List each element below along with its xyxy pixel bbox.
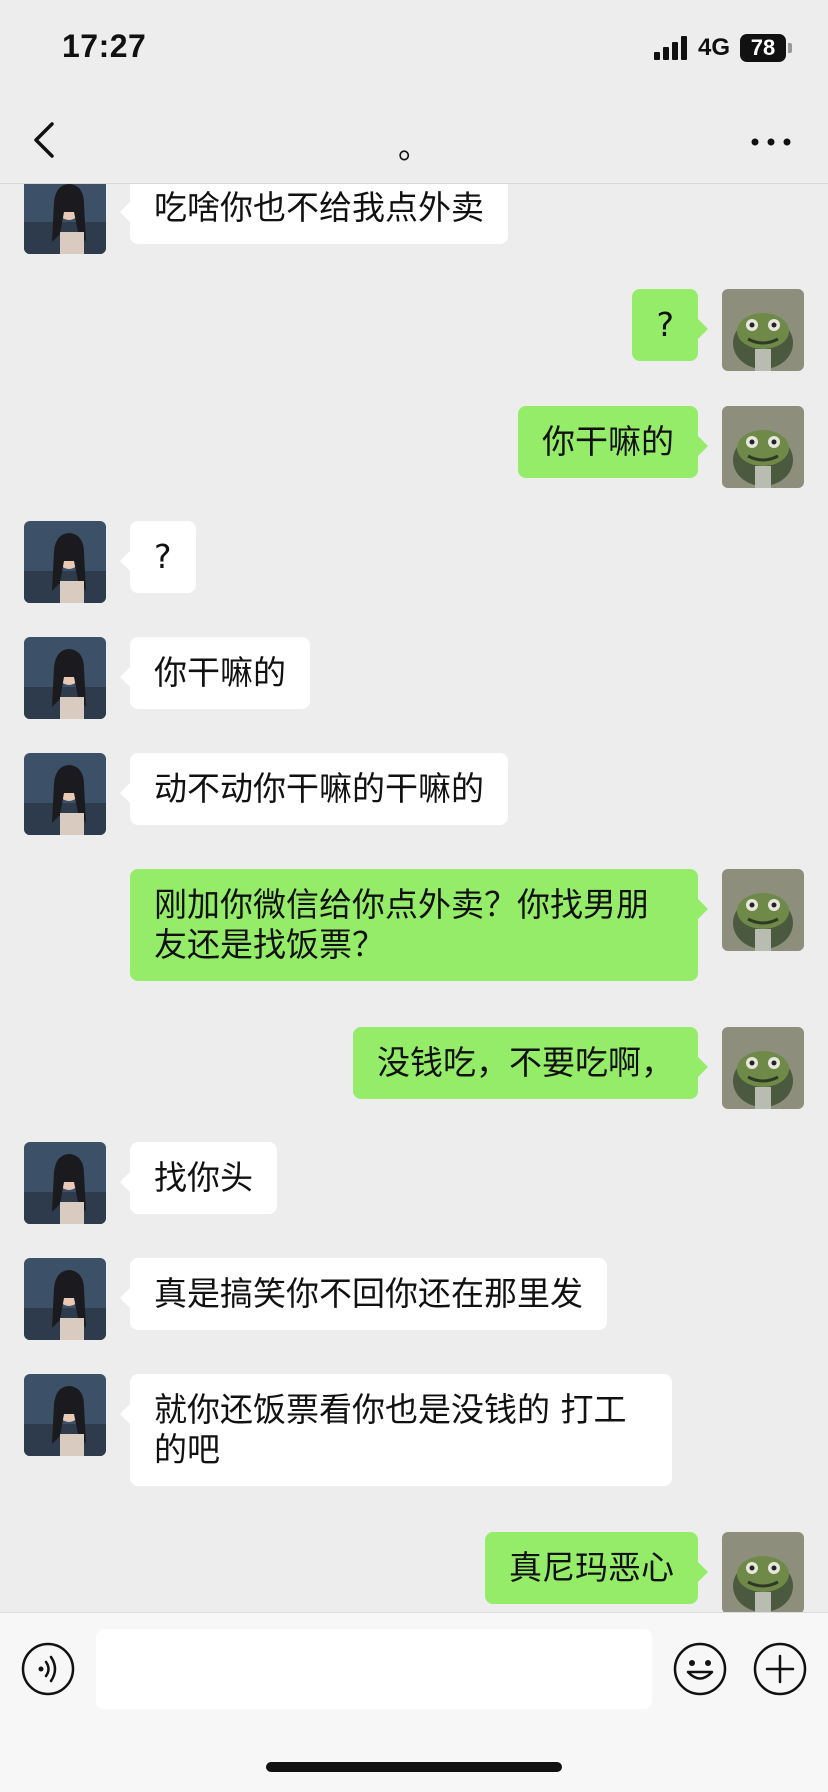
received-message-bubble[interactable]: ? xyxy=(120,521,196,593)
home-indicator xyxy=(266,1762,562,1772)
contact-avatar[interactable] xyxy=(24,637,106,719)
contact-avatar[interactable] xyxy=(24,1374,106,1456)
user-avatar[interactable] xyxy=(722,869,804,951)
contact-avatar[interactable] xyxy=(24,184,106,254)
battery-icon: 78 xyxy=(740,34,792,62)
status-time: 17:27 xyxy=(62,28,147,64)
network-label: 4G xyxy=(698,34,731,61)
received-message-bubble[interactable]: 你干嘛的 xyxy=(120,637,310,709)
user-avatar[interactable] xyxy=(722,1027,804,1109)
contact-avatar[interactable] xyxy=(24,521,106,603)
user-avatar[interactable] xyxy=(722,1532,804,1612)
emoji-icon[interactable] xyxy=(672,1641,728,1697)
more-dots-icon[interactable] xyxy=(748,124,794,160)
received-message-bubble[interactable]: 真是搞笑你不回你还在那里发 xyxy=(120,1258,607,1330)
sent-message-bubble[interactable]: 你干嘛的 xyxy=(518,406,708,478)
received-message-bubble[interactable]: 找你头 xyxy=(120,1142,277,1214)
received-message-bubble[interactable]: 动不动你干嘛的干嘛的 xyxy=(120,753,508,825)
sent-message-bubble[interactable]: 真尼玛恶心 xyxy=(485,1532,708,1604)
contact-avatar[interactable] xyxy=(24,1142,106,1224)
battery-tip xyxy=(788,43,792,53)
plus-icon[interactable] xyxy=(752,1641,808,1697)
user-avatar[interactable] xyxy=(722,289,804,371)
sent-message-bubble[interactable]: 刚加你微信给你点外卖？你找男朋友还是找饭票？ xyxy=(130,869,708,981)
voice-icon[interactable] xyxy=(20,1641,76,1697)
user-avatar[interactable] xyxy=(722,406,804,488)
chat-message-list[interactable]: 吃啥你也不给我点外卖 ? 你干嘛的 ? 你干嘛的 动不动你干嘛的干嘛的 刚加你微… xyxy=(0,184,828,1612)
chat-title: 。 xyxy=(397,128,430,166)
received-message-bubble[interactable]: 就你还饭票看你也是没钱的 打工的吧 xyxy=(120,1374,672,1486)
sent-message-bubble[interactable]: 没钱吃，不要吃啊， xyxy=(353,1027,708,1099)
sent-message-bubble[interactable]: ? xyxy=(632,289,708,361)
battery-level: 78 xyxy=(740,34,786,62)
contact-avatar[interactable] xyxy=(24,1258,106,1340)
status-bar: 17:27 4G 78 xyxy=(0,0,828,100)
chat-screen: 17:27 4G 78 。 吃啥你也不给我点外卖 ? 你干嘛的 ? 你干嘛的 动… xyxy=(0,0,828,1792)
nav-bar: 。 xyxy=(0,100,828,184)
contact-avatar[interactable] xyxy=(24,753,106,835)
received-message-bubble[interactable]: 吃啥你也不给我点外卖 xyxy=(120,184,508,244)
message-input[interactable] xyxy=(96,1629,652,1709)
signal-icon xyxy=(654,36,687,60)
